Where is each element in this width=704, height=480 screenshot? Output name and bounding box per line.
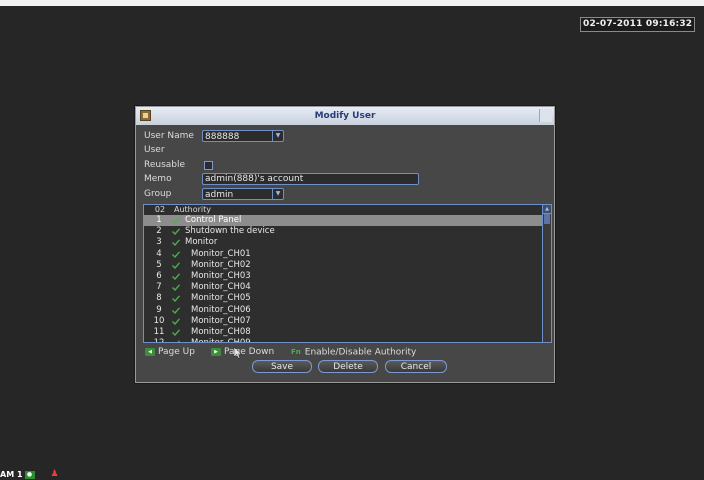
authority-row[interactable]: 8 Monitor_CH05: [144, 293, 542, 304]
hint-page-down-text: Page Down: [224, 347, 275, 357]
reusable-checkbox[interactable]: [204, 161, 213, 170]
page-down-key-icon: ▶: [211, 347, 221, 356]
authority-row-number: 8: [156, 293, 162, 304]
user-label: User: [144, 145, 165, 155]
checkmark-icon[interactable]: [172, 340, 180, 342]
hint-enable-disable-text: Enable/Disable Authority: [304, 347, 417, 358]
memo-input[interactable]: admin(888)'s account: [202, 173, 419, 185]
modify-user-dialog: Modify User User Name 888888 ▼ User Reus…: [135, 106, 555, 383]
close-button[interactable]: [539, 109, 552, 122]
authority-row-number: 11: [153, 327, 165, 337]
delete-button[interactable]: Delete: [318, 360, 378, 373]
authority-list-header: 02 Authority: [144, 205, 542, 215]
authority-row[interactable]: 2 Shutdown the device: [144, 226, 542, 237]
hint-page-up: ◀ Page Up: [145, 346, 195, 358]
authority-row-number: 3: [156, 237, 162, 248]
group-value: admin: [205, 190, 234, 200]
authority-row-label: Monitor_CH09: [191, 338, 251, 342]
list-scrollbar[interactable]: ▲: [542, 205, 551, 342]
authority-row-number: 10: [153, 315, 165, 326]
dialog-titlebar[interactable]: Modify User: [136, 107, 554, 125]
checkmark-icon[interactable]: [172, 250, 180, 258]
group-select[interactable]: admin ▼: [202, 188, 284, 200]
authority-count: 02: [154, 205, 166, 214]
user-name-select[interactable]: 888888 ▼: [202, 130, 284, 142]
osd-datetime: 02-07-2011 09:16:32: [580, 17, 696, 32]
authority-column-header: Authority: [174, 205, 212, 214]
authority-row-label: Monitor_CH02: [191, 259, 251, 270]
fn-key-icon: Fn: [291, 348, 301, 356]
authority-row-number: 4: [156, 248, 162, 259]
channel-status: AM 1 ● ♟: [0, 469, 59, 480]
authority-row[interactable]: 4 Monitor_CH01: [144, 249, 542, 260]
authority-row[interactable]: 3 Monitor: [144, 237, 542, 248]
group-label: Group: [144, 189, 172, 199]
authority-row[interactable]: 9 Monitor_CH06: [144, 305, 542, 316]
hint-page-down: ▶ Page Down: [211, 346, 274, 358]
authority-row-number: 9: [156, 304, 162, 315]
authority-row-label: Monitor_CH05: [191, 293, 251, 304]
checkmark-icon[interactable]: [172, 284, 180, 292]
authority-row[interactable]: 1 Control Panel: [144, 215, 542, 226]
authority-row[interactable]: 7 Monitor_CH04: [144, 282, 542, 293]
checkmark-icon[interactable]: [172, 273, 180, 280]
authority-row-number: 7: [156, 282, 162, 293]
memo-value: admin(888)'s account: [205, 174, 304, 184]
checkmark-icon[interactable]: [172, 239, 180, 247]
cancel-button[interactable]: Cancel: [385, 360, 447, 373]
checkmark-icon[interactable]: [172, 262, 180, 269]
checkmark-icon[interactable]: [172, 217, 180, 224]
authority-row-label: Control Panel: [185, 215, 242, 225]
chevron-down-icon[interactable]: ▼: [272, 189, 283, 199]
checkmark-icon[interactable]: [172, 318, 180, 325]
authority-row-label: Monitor_CH06: [191, 304, 251, 315]
authority-row-label: Monitor_CH07: [191, 315, 251, 326]
checkmark-icon[interactable]: [172, 329, 180, 336]
hint-page-up-text: Page Up: [158, 347, 195, 357]
checkmark-icon[interactable]: [172, 228, 180, 236]
authority-row-number: 5: [156, 259, 162, 270]
user-name-value: 888888: [205, 132, 240, 142]
authority-row-label: Monitor: [185, 237, 218, 248]
save-button[interactable]: Save: [252, 360, 312, 373]
user-name-label: User Name: [144, 131, 194, 141]
key-hints: ◀ Page Up ▶ Page Down Fn Enable/Disable Aut…: [145, 346, 545, 359]
authority-row-number: 1: [156, 215, 162, 225]
record-indicator-icon: ●: [24, 470, 35, 479]
authority-row-label: Monitor_CH03: [191, 271, 251, 281]
authority-list[interactable]: 02 Authority 1 Control Panel 2 Shutdown the…: [143, 204, 552, 343]
scroll-up-icon[interactable]: ▲: [543, 205, 551, 214]
authority-row[interactable]: 11 Monitor_CH08: [144, 327, 542, 338]
page-up-key-icon: ◀: [145, 347, 155, 356]
scroll-thumb[interactable]: [544, 214, 550, 224]
authority-row-number: 12: [148, 338, 170, 342]
authority-row-label: Monitor_CH08: [191, 327, 251, 337]
checkmark-icon[interactable]: [172, 295, 180, 303]
top-border-bar: [0, 0, 704, 6]
authority-row-number: 6: [156, 271, 162, 281]
authority-row[interactable]: 12 Monitor_CH09: [144, 338, 542, 342]
chevron-down-icon[interactable]: ▼: [272, 131, 283, 141]
reusable-label: Reusable: [144, 160, 186, 170]
authority-row-label: Monitor_CH01: [191, 248, 251, 259]
authority-row-number: 2: [156, 226, 162, 237]
authority-row-label: Monitor_CH04: [191, 282, 251, 293]
person-icon: ♟: [50, 469, 59, 479]
memo-label: Memo: [144, 174, 172, 184]
hint-enable-disable: Fn Enable/Disable Authority: [291, 346, 416, 359]
authority-row[interactable]: 10 Monitor_CH07: [144, 316, 542, 327]
checkmark-icon[interactable]: [172, 306, 180, 314]
authority-row-label: Shutdown the device: [185, 226, 275, 237]
authority-row[interactable]: 5 Monitor_CH02: [144, 260, 542, 271]
channel-label: AM 1: [0, 470, 23, 479]
app-icon: [140, 110, 151, 121]
authority-row[interactable]: 6 Monitor_CH03: [144, 271, 542, 282]
dialog-title: Modify User: [314, 111, 376, 121]
